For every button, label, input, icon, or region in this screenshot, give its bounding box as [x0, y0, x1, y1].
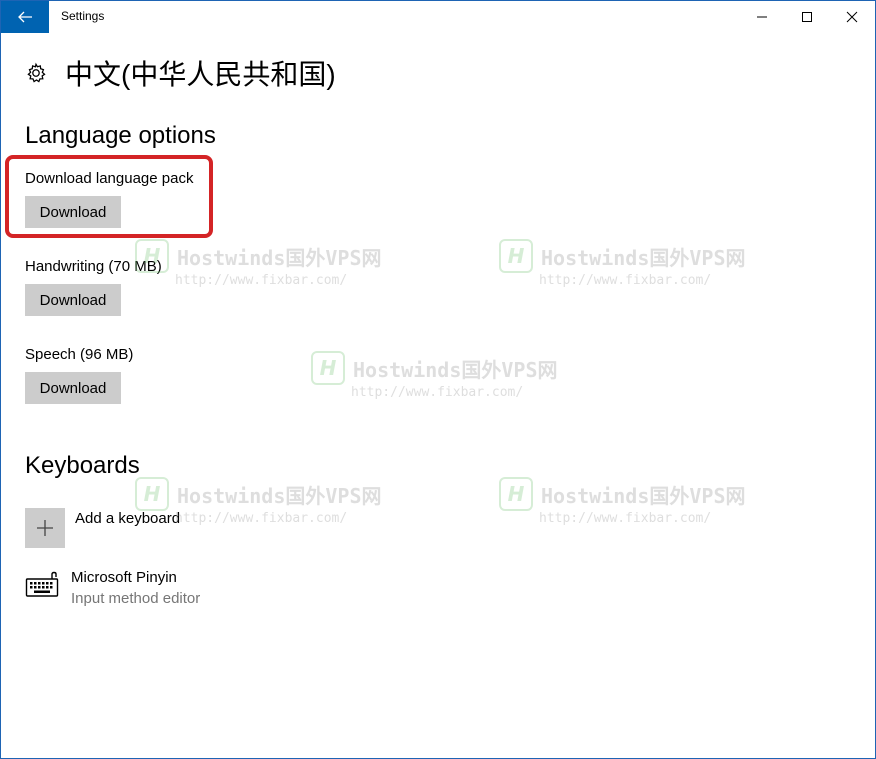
- keyboard-item-microsoft-pinyin[interactable]: Microsoft Pinyin Input method editor: [25, 569, 200, 607]
- back-button[interactable]: [1, 1, 49, 33]
- watermark-text: Hostwinds国外VPS网: [541, 245, 746, 270]
- add-keyboard-button[interactable]: Add a keyboard: [25, 508, 180, 548]
- close-button[interactable]: [829, 1, 875, 33]
- add-keyboard-label: Add a keyboard: [75, 510, 181, 527]
- page-title: 中文(中华人民共和国): [65, 59, 336, 90]
- add-keyboard-tile: [25, 508, 65, 548]
- keyboards-heading: Keyboards: [25, 452, 140, 479]
- plus-icon: [37, 520, 53, 536]
- download-language-pack-label: Download language pack: [25, 170, 194, 187]
- page-header: 中文(中华人民共和国): [25, 55, 336, 91]
- watermark-url: http://www.fixbar.com/: [539, 273, 712, 288]
- language-options-heading: Language options: [25, 122, 216, 149]
- watermark-url: http://www.fixbar.com/: [539, 511, 712, 526]
- download-language-pack-button[interactable]: Download: [25, 196, 121, 228]
- window-title: Settings: [61, 9, 105, 23]
- watermark-url: http://www.fixbar.com/: [175, 273, 348, 288]
- download-handwriting-button[interactable]: Download: [25, 284, 121, 316]
- watermark-text: Hostwinds国外VPS网: [541, 483, 746, 508]
- keyboard-description: Input method editor: [71, 590, 201, 607]
- watermark-text: Hostwinds国外VPS网: [177, 483, 382, 508]
- gear-icon: [27, 62, 46, 83]
- keyboard-name: Microsoft Pinyin: [71, 569, 177, 586]
- download-speech-button[interactable]: Download: [25, 372, 121, 404]
- watermark-url: http://www.fixbar.com/: [175, 511, 348, 526]
- speech-label: Speech (96 MB): [25, 346, 134, 363]
- settings-window: Settings 中文(中华人民共和国) Language options Do…: [0, 0, 876, 759]
- handwriting-label: Handwriting (70 MB): [25, 258, 162, 275]
- close-icon: [846, 11, 858, 23]
- minimize-icon: [757, 16, 767, 18]
- watermark-text: Hostwinds国外VPS网: [177, 245, 382, 270]
- watermark-logo: H: [499, 239, 533, 273]
- arrow-left-icon: [18, 11, 32, 23]
- watermark: H Hostwinds国外VPS网 http://www.fixbar.com/: [499, 239, 746, 288]
- maximize-icon: [802, 12, 812, 22]
- minimize-button[interactable]: [739, 1, 785, 33]
- watermark-logo: H: [499, 477, 533, 511]
- watermark: H Hostwinds国外VPS网 http://www.fixbar.com/: [135, 239, 382, 288]
- watermark: H Hostwinds国外VPS网 http://www.fixbar.com/: [311, 351, 558, 400]
- watermark: H Hostwinds国外VPS网 http://www.fixbar.com/: [499, 477, 746, 526]
- watermark-logo: H: [311, 351, 345, 385]
- watermark-text: Hostwinds国外VPS网: [353, 357, 558, 382]
- watermark-logo: H: [135, 477, 169, 511]
- watermark-url: http://www.fixbar.com/: [351, 385, 524, 400]
- keyboard-icon: [25, 571, 59, 597]
- title-bar: Settings: [1, 1, 875, 33]
- maximize-button[interactable]: [784, 1, 830, 33]
